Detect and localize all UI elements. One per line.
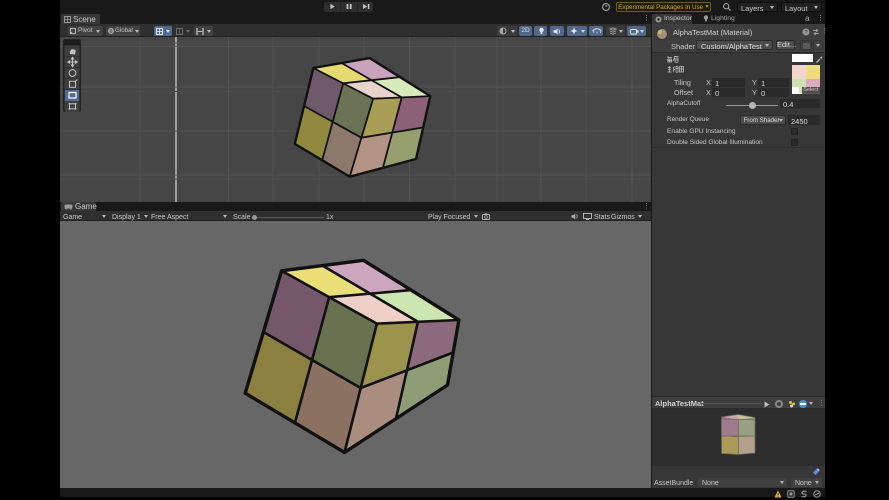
svg-text:?: ? [804, 30, 807, 36]
